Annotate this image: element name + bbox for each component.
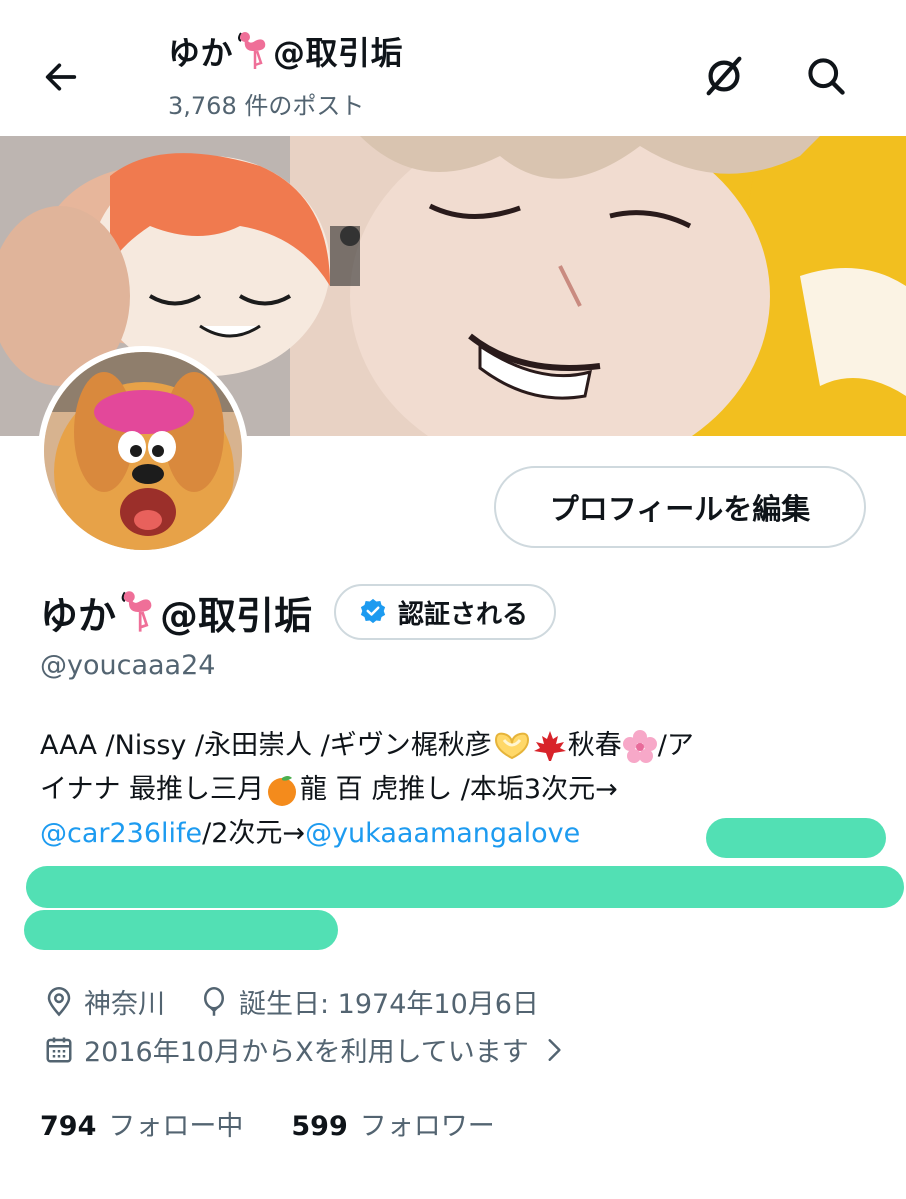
grok-button[interactable]: [698, 50, 750, 102]
location-icon: [47, 986, 71, 1016]
avatar[interactable]: [38, 346, 248, 556]
following-label: フォロー中: [108, 1111, 244, 1142]
header-title: ゆか @取引垢 3,768 件のポスト: [168, 28, 403, 121]
edit-profile-button[interactable]: プロフィールを編集: [494, 466, 866, 548]
user-handle: @youcaaa24: [40, 650, 216, 681]
cherry-blossom-emoji: [622, 730, 657, 763]
get-verified-button[interactable]: 認証される: [334, 584, 557, 640]
mention-link[interactable]: @car236life: [40, 812, 202, 856]
following-count: 794: [40, 1111, 97, 1142]
balloon-icon: [204, 986, 224, 1016]
back-arrow-icon: [45, 63, 77, 91]
bio-line: AAA /Nissy /永田崇人 /ギヴン梶秋彦 秋春 /ア: [40, 730, 694, 763]
orange-emoji: [268, 776, 297, 806]
redaction-mark: [24, 910, 338, 950]
chevron-right-icon: [548, 1038, 561, 1061]
following-link[interactable]: 794 フォロー中: [40, 1104, 243, 1143]
display-name: ゆか @取引垢: [40, 585, 312, 640]
birthday: 誕生日: 1974年10月6日: [199, 982, 539, 1021]
follow-stats: 794 フォロー中 599 フォロワー: [40, 1104, 543, 1143]
location: 神奈川: [44, 982, 165, 1021]
calendar-icon: [46, 1037, 72, 1062]
joined-date: 2016年10月からXを利用しています: [44, 1030, 577, 1069]
post-count: 3,768 件のポスト: [168, 92, 365, 120]
bio-line: イナナ 最推し三月 龍 百 虎推し /本垢3次元→: [40, 768, 860, 812]
avatar-image: [44, 352, 242, 550]
top-bar: ゆか @取引垢 3,768 件のポスト: [0, 0, 906, 136]
redaction-mark: [706, 818, 886, 858]
flamingo-emoji: [121, 591, 152, 632]
joined-date-row[interactable]: 2016年10月からXを利用しています: [44, 1030, 577, 1069]
mention-link[interactable]: @yukaaamangalove: [305, 812, 580, 856]
search-icon: [808, 58, 845, 95]
profile-name-row: ゆか @取引垢 認証される: [40, 584, 557, 640]
followers-label: フォロワー: [359, 1111, 495, 1142]
maple-leaf-emoji: [533, 731, 566, 761]
profile-meta-row: 神奈川 誕生日: 1974年10月6日: [44, 982, 539, 1021]
redaction-mark: [26, 866, 904, 908]
heart-hands-emoji: [494, 732, 529, 760]
search-button[interactable]: [800, 50, 852, 102]
back-button[interactable]: [36, 52, 86, 102]
verified-badge-icon: [360, 598, 386, 624]
followers-link[interactable]: 599 フォロワー: [291, 1104, 494, 1143]
followers-count: 599: [291, 1111, 348, 1142]
header-name: ゆか @取引垢: [168, 28, 403, 74]
flamingo-emoji: [238, 32, 266, 69]
grok-icon: [706, 56, 742, 96]
